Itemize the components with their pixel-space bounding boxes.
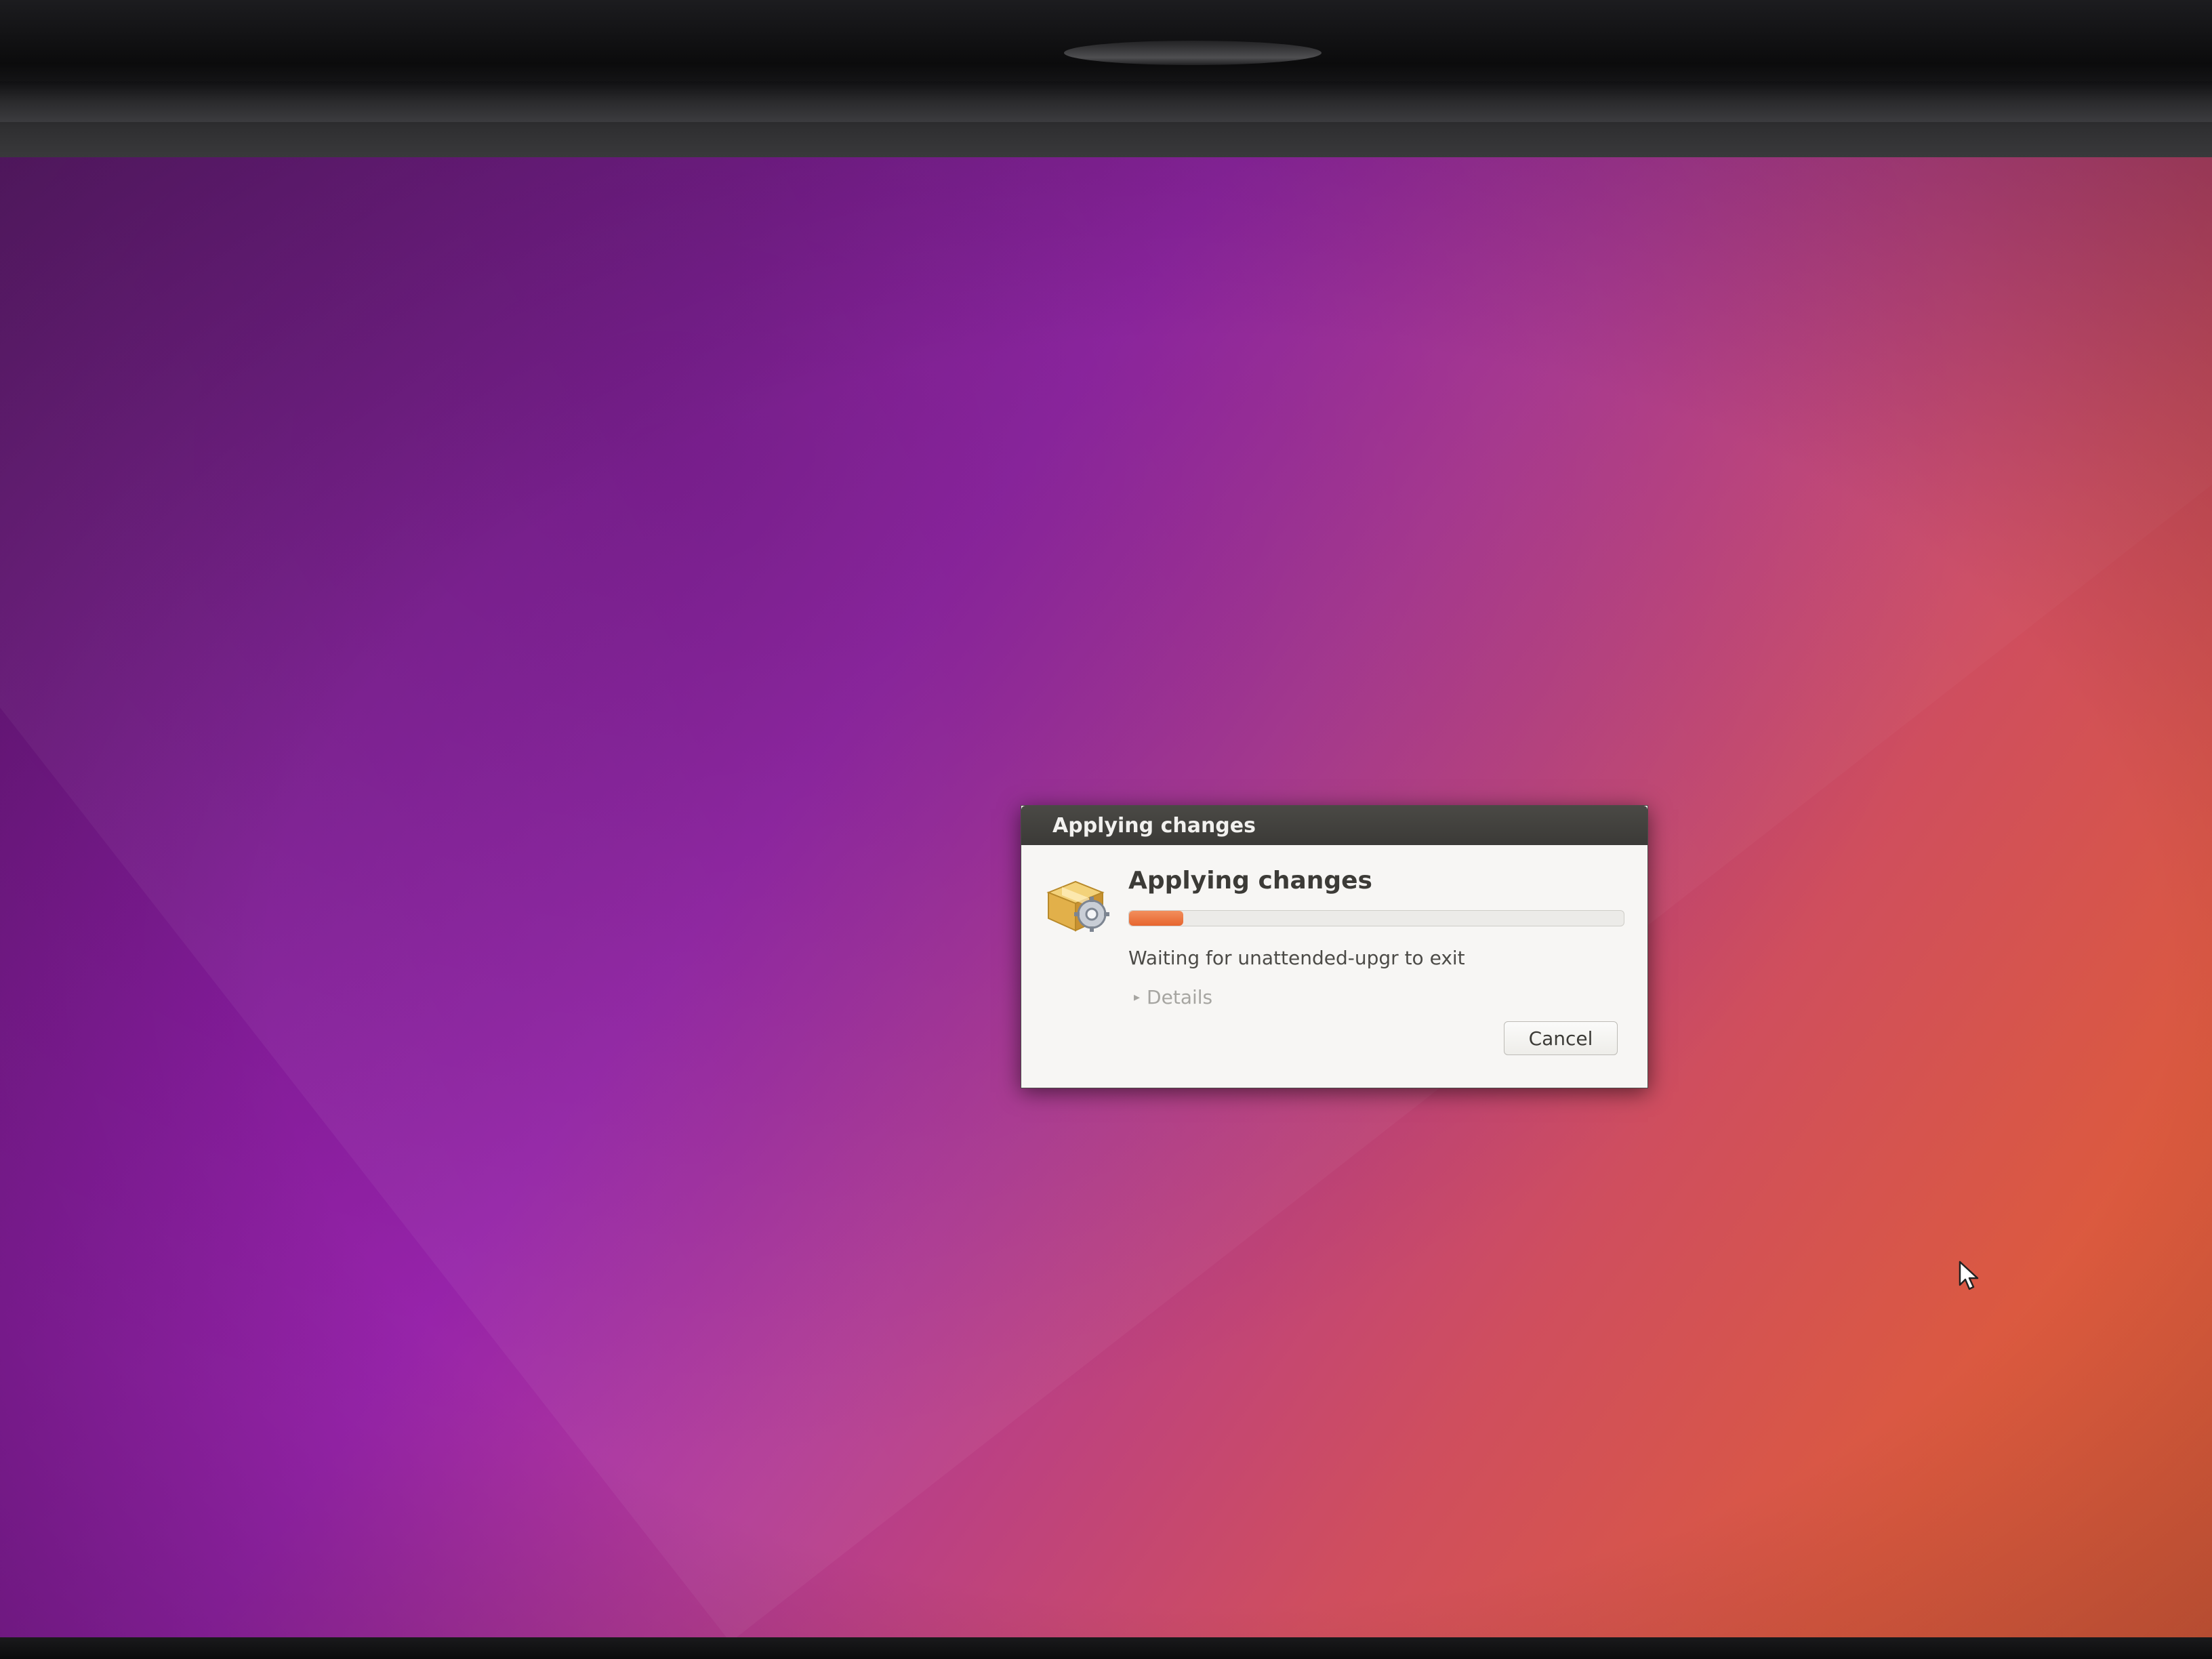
photo-frame: Applying changes Applying changes Waitin…: [0, 0, 2212, 1659]
progress-bar-fill: [1129, 911, 1184, 926]
monitor-bezel-top: [0, 0, 2212, 160]
applying-changes-dialog: Applying changes Applying changes Waitin…: [1021, 805, 1648, 1088]
dialog-content: Applying changes Waiting for unattended-…: [1021, 845, 1647, 1088]
dialog-window-title: Applying changes: [1052, 814, 1256, 838]
mouse-pointer-icon: [1959, 1261, 1979, 1290]
package-installer-icon: [1046, 880, 1109, 932]
details-expander[interactable]: ▸ Details: [1134, 986, 1212, 1008]
progress-bar: [1128, 910, 1624, 926]
dialog-titlebar[interactable]: Applying changes: [1021, 806, 1647, 845]
dialog-heading: Applying changes: [1128, 867, 1372, 895]
monitor-bezel-edge: [0, 81, 2212, 122]
monitor-bezel-reflection: [1064, 41, 1322, 65]
expander-arrow-icon: ▸: [1134, 990, 1141, 1004]
details-label: Details: [1147, 986, 1213, 1008]
status-text: Waiting for unattended-upgr to exit: [1128, 947, 1465, 969]
cancel-button[interactable]: Cancel: [1504, 1021, 1618, 1055]
monitor-bezel-bottom: [0, 1637, 2212, 1659]
